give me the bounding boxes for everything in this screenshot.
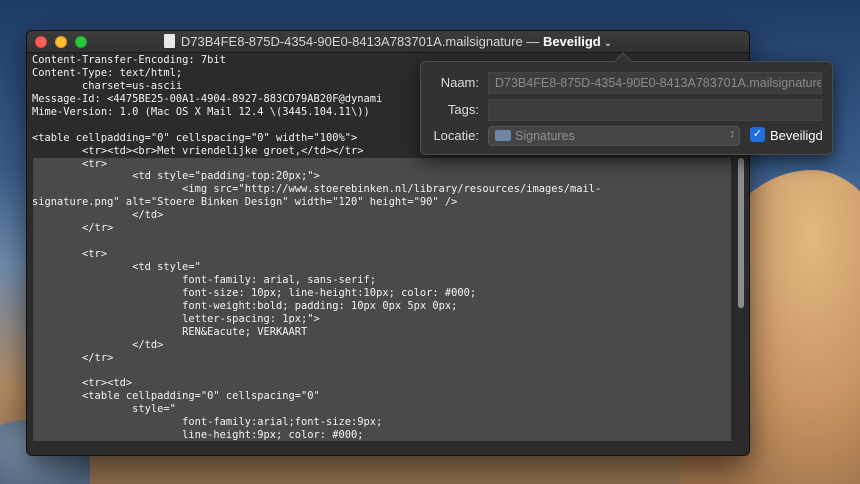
location-label: Locatie: [433, 128, 479, 143]
code-line: font-weight:bold; padding: 10px 0px 5px … [32, 299, 458, 312]
code-line: signature.png" alt="Stoere Binken Design… [32, 196, 458, 209]
code-line: font-family: arial, sans-serif; [32, 273, 377, 286]
code-line: <td style=" [32, 261, 201, 273]
location-value: Signatures [515, 129, 575, 143]
code-line: </tr> [32, 222, 114, 235]
name-field[interactable]: D73B4FE8-875D-4354-90E0-8413A783701A.mai… [488, 72, 822, 94]
name-label: Naam: [440, 75, 479, 90]
code-line: <tr> [32, 248, 108, 261]
locked-checkbox-label[interactable]: Beveiligd [770, 128, 823, 143]
file-info-popover: Naam: D73B4FE8-875D-4354-90E0-8413A78370… [420, 52, 833, 155]
code-line: <img src="http://www.stoerebinken.nl/lib… [32, 183, 602, 196]
document-icon [163, 34, 175, 48]
locked-checkbox[interactable]: ✓ [750, 127, 765, 142]
checkmark-icon: ✓ [752, 128, 763, 140]
window-title-separator: — [522, 34, 543, 49]
code-line: <table cellpadding="0" cellspacing="0" [32, 390, 320, 403]
code-line: line-height:9px; color: #000; [32, 429, 364, 442]
window-title-status: Beveiligd [542, 34, 601, 49]
code-line: style=" [32, 403, 176, 416]
code-line: <td style="padding-top:20px;"> [32, 170, 320, 183]
code-line: REN&Eacute; VERKAART [32, 325, 308, 338]
up-down-arrows-icon: ↕ [729, 128, 736, 140]
code-line: <tr> [32, 157, 108, 170]
code-line: font-size: 10px; line-height:10px; color… [32, 286, 477, 299]
window-title-name: D73B4FE8-875D-4354-90E0-8413A783701A.mai… [180, 34, 523, 49]
folder-icon [495, 130, 511, 141]
code-line: <tr><td> [32, 377, 133, 390]
chevron-down-icon[interactable]: ⌄ [604, 38, 612, 49]
scrollbar-thumb[interactable] [738, 158, 744, 308]
window-title[interactable]: D73B4FE8-875D-4354-90E0-8413A783701A.mai… [27, 34, 749, 49]
tags-label: Tags: [447, 102, 479, 117]
code-line: letter-spacing: 1px;"> [32, 312, 320, 325]
tags-field[interactable] [488, 99, 822, 121]
code-line: </td> [32, 209, 164, 222]
location-select[interactable]: Signatures ↕ [488, 126, 740, 146]
code-line: </tr> [32, 351, 114, 364]
code-line: </td> [32, 338, 164, 351]
code-line: font-family:arial;font-size:9px; [32, 416, 383, 429]
title-bar[interactable]: D73B4FE8-875D-4354-90E0-8413A783701A.mai… [27, 31, 749, 53]
